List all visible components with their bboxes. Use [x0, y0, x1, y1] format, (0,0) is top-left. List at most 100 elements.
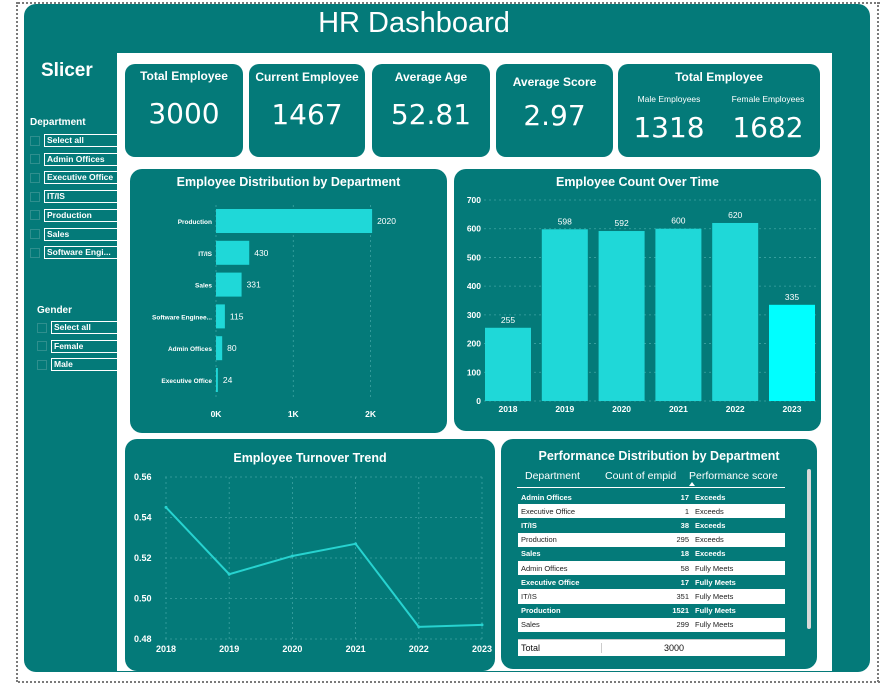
department-slicer-item[interactable]: Software Engi... [30, 246, 119, 260]
column-header-score[interactable]: Performance score [689, 470, 778, 482]
count-over-time-panel: Employee Count Over Time 0 100 200 300 400 50… [454, 169, 821, 431]
checkbox[interactable] [30, 191, 40, 202]
table-row[interactable]: Production 1521 Fully Meets [518, 603, 785, 618]
data-label: 600 [671, 216, 685, 226]
dept-bar[interactable] [216, 368, 218, 392]
female-employees-label: Female Employees [731, 94, 805, 104]
kpi-title: Total Employee [675, 70, 763, 84]
checkbox[interactable] [37, 322, 47, 333]
checkbox[interactable] [30, 229, 40, 239]
table-row[interactable]: IT/IS 351 Fully Meets [518, 589, 785, 604]
canvas-border-left [16, 2, 18, 682]
gender-slicer-item[interactable]: Female [37, 339, 120, 353]
header-divider [517, 487, 785, 488]
kpi-value: 2.97 [523, 99, 586, 132]
table-scrollbar[interactable] [807, 469, 811, 629]
category-label: Software Enginee... [152, 314, 212, 321]
category-label: Executive Office [161, 378, 212, 385]
department-slicer-item[interactable]: Production [30, 208, 119, 222]
turnover-point[interactable] [164, 505, 168, 509]
table-row[interactable]: Admin Offices 58 Fully Meets [518, 560, 785, 576]
year-bar[interactable] [485, 327, 531, 401]
dept-bar[interactable] [216, 336, 223, 361]
gender-slicer-heading: Gender [37, 305, 73, 316]
count-cell: 17 [608, 490, 692, 505]
y-tick-label: 500 [467, 252, 481, 262]
performance-title: Performance Distribution by Department [538, 449, 780, 463]
count-cell: 299 [608, 617, 692, 632]
gender-slicer-item[interactable]: Male [37, 358, 120, 372]
turnover-trend-chart: 0.56 0.54 0.52 0.50 0.48 2018 2019 2020 2021 2022… [134, 472, 492, 654]
table-row[interactable]: Sales 18 Exceeds [518, 546, 785, 561]
gender-slicer-item-label: Select all [51, 321, 120, 334]
table-row[interactable]: Production 295 Exceeds [518, 532, 785, 547]
checkbox[interactable] [30, 247, 40, 258]
score-cell: Fully Meets [692, 560, 785, 576]
year-bar[interactable] [541, 229, 588, 401]
dept-bar[interactable] [216, 209, 373, 233]
table-row[interactable]: IT/IS 38 Exceeds [518, 518, 785, 533]
x-tick-label: 2022 [409, 644, 429, 654]
department-slicer-item[interactable]: Executive Office [30, 171, 119, 185]
table-cutoff-row [518, 632, 785, 638]
gender-slicer-item[interactable]: Select all [37, 321, 120, 334]
dept-cell: Sales [518, 617, 608, 632]
turnover-point[interactable] [290, 554, 294, 558]
checkbox[interactable] [37, 341, 47, 352]
checkbox[interactable] [37, 359, 47, 370]
dept-distribution-chart: 0K 1K 2K Production 2020 IT/IS 430 Sales 331 Soft… [152, 205, 396, 419]
dept-bar[interactable] [216, 304, 225, 329]
data-label: 335 [785, 292, 799, 302]
turnover-line[interactable] [165, 506, 483, 628]
x-tick-label: 2021 [346, 644, 366, 654]
count-cell: 58 [608, 560, 692, 576]
department-slicer-item[interactable]: Select all [30, 134, 119, 147]
y-tick-label: 0.54 [134, 513, 152, 523]
x-tick-label: 2023 [783, 404, 802, 414]
dept-cell: Production [518, 532, 608, 547]
y-tick-label: 700 [467, 195, 481, 205]
dashboard-title: HR Dashboard [318, 7, 510, 39]
checkbox[interactable] [30, 210, 40, 221]
column-header-department[interactable]: Department [525, 470, 580, 482]
data-label: 115 [230, 311, 244, 321]
turnover-point[interactable] [417, 625, 421, 629]
dept-bar[interactable] [216, 272, 242, 297]
department-slicer-item[interactable]: IT/IS [30, 190, 119, 204]
count-cell: 1521 [608, 603, 692, 618]
dept-cell: IT/IS [518, 518, 608, 533]
score-cell: Exceeds [692, 504, 785, 519]
year-bar[interactable] [655, 228, 702, 401]
checkbox[interactable] [30, 135, 40, 146]
x-tick-label: 2020 [282, 644, 302, 654]
score-cell: Fully Meets [692, 603, 785, 618]
x-tick-label: 2K [365, 409, 377, 419]
dept-bar[interactable] [216, 240, 250, 265]
category-label: Sales [195, 283, 212, 290]
table-row[interactable]: Executive Office 1 Exceeds [518, 504, 785, 519]
checkbox[interactable] [30, 154, 40, 165]
score-cell: Fully Meets [692, 589, 785, 604]
x-tick-label: 2020 [612, 404, 631, 414]
department-slicer-item-label: Production [44, 208, 119, 222]
turnover-point[interactable] [480, 623, 484, 627]
department-slicer-item[interactable]: Admin Offices [30, 152, 119, 166]
sort-ascending-icon[interactable] [689, 482, 695, 486]
department-slicer-item[interactable]: Sales [30, 227, 119, 241]
column-header-count[interactable]: Count of empid [605, 470, 676, 482]
checkbox[interactable] [30, 172, 40, 183]
table-row[interactable]: Executive Office 17 Fully Meets [518, 575, 785, 590]
count-cell: 38 [608, 518, 692, 533]
table-row[interactable]: Admin Offices 17 Exceeds [518, 490, 785, 505]
kpi-title: Average Age [394, 70, 468, 84]
year-bar[interactable] [598, 231, 645, 401]
score-cell: Exceeds [692, 490, 785, 505]
turnover-point[interactable] [227, 572, 231, 576]
year-bar[interactable] [769, 304, 815, 401]
year-bar[interactable] [712, 222, 759, 401]
table-row[interactable]: Sales 299 Fully Meets [518, 617, 785, 632]
dept-cell: Executive Office [518, 575, 608, 590]
turnover-point[interactable] [354, 542, 358, 546]
y-tick-label: 600 [467, 224, 481, 234]
kpi-title: Average Score [512, 75, 597, 89]
